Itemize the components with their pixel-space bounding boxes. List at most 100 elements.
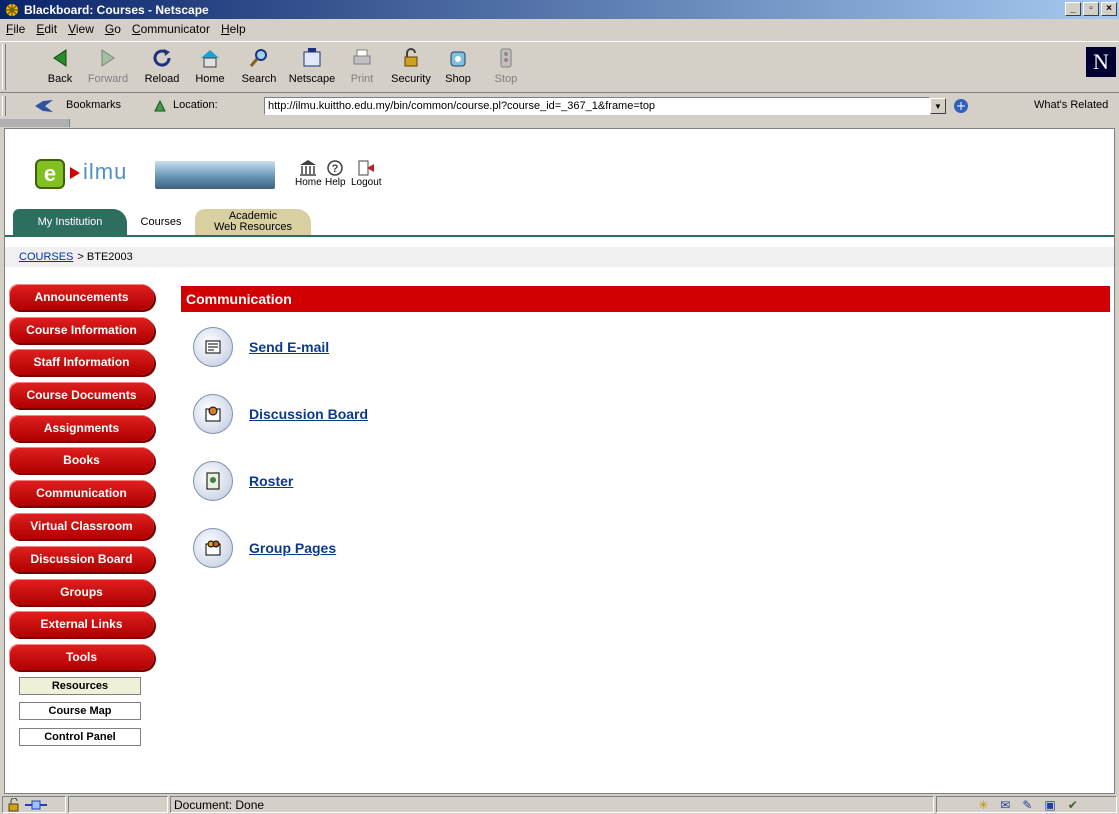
search-button[interactable]: Search <box>237 46 281 90</box>
breadcrumb: COURSES > BTE2003 <box>5 247 1114 267</box>
tool-course-map-button[interactable]: Course Map <box>19 702 141 720</box>
nav-announcements[interactable]: Announcements <box>9 284 154 310</box>
locbar-grip[interactable] <box>2 96 6 116</box>
header-help-label: Help <box>325 177 346 188</box>
navigation-toolbar: Back Forward Reload Home Search Netscape… <box>0 41 1119 93</box>
tab-courses[interactable]: Courses <box>131 209 191 235</box>
forward-button[interactable]: Forward <box>86 46 130 90</box>
menu-communicator[interactable]: Communicator <box>132 22 210 36</box>
reload-button[interactable]: Reload <box>140 46 184 90</box>
maximize-button[interactable]: ▫ <box>1083 2 1099 16</box>
nav-discussion-board[interactable]: Discussion Board <box>9 546 154 572</box>
netscape-button[interactable]: Netscape <box>288 46 336 90</box>
breadcrumb-courses-link[interactable]: COURSES <box>19 251 73 263</box>
header-logout-link[interactable]: Logout <box>351 159 382 188</box>
minimize-button[interactable]: _ <box>1065 2 1081 16</box>
close-button[interactable]: × <box>1101 2 1117 16</box>
location-dropdown-button[interactable]: ▼ <box>930 98 946 114</box>
header-home-link[interactable]: Home <box>295 159 322 188</box>
page-proxy-icon[interactable] <box>152 98 168 114</box>
nav-assignments[interactable]: Assignments <box>9 415 154 441</box>
tool-resources-button[interactable]: Resources <box>19 677 141 695</box>
list-item: Send E-mail <box>193 327 329 367</box>
reload-label: Reload <box>144 73 180 85</box>
shop-icon <box>450 51 466 67</box>
shop-button[interactable]: Shop <box>436 46 480 90</box>
print-button[interactable]: Print <box>340 46 384 90</box>
header-home-label: Home <box>295 177 322 188</box>
location-label: Location: <box>173 99 218 111</box>
whats-related-icon[interactable] <box>952 97 970 115</box>
printer-icon <box>353 49 371 65</box>
location-input[interactable]: http://ilmu.kuittho.edu.my/bin/common/co… <box>264 97 930 115</box>
svg-text:?: ? <box>332 163 339 175</box>
forward-label: Forward <box>87 73 129 85</box>
tool-control-panel-button[interactable]: Control Panel <box>19 728 141 746</box>
tab-my-institution[interactable]: My Institution <box>13 209 127 235</box>
home-icon <box>201 50 219 68</box>
nav-tools[interactable]: Tools <box>9 644 154 670</box>
nav-staff-information[interactable]: Staff Information <box>9 349 154 375</box>
header-logout-label: Logout <box>351 177 382 188</box>
nav-course-documents[interactable]: Course Documents <box>9 382 154 408</box>
status-security-box[interactable] <box>2 796 66 813</box>
nav-external-links[interactable]: External Links <box>9 611 154 637</box>
mail-icon[interactable]: ✉ <box>1000 798 1010 812</box>
composer-icon[interactable]: ✎ <box>1022 798 1032 812</box>
netscape-label: Netscape <box>288 73 336 85</box>
home-button[interactable]: Home <box>188 46 232 90</box>
search-label: Search <box>241 73 277 85</box>
toolbar-collapse-tab[interactable] <box>0 119 70 127</box>
security-label: Security <box>391 73 431 85</box>
back-button[interactable]: Back <box>38 46 82 90</box>
menu-edit[interactable]: Edit <box>36 22 57 36</box>
nav-course-information[interactable]: Course Information <box>9 317 154 343</box>
search-icon <box>249 49 267 67</box>
menu-bar: File Edit View Go Communicator Help <box>0 19 1119 39</box>
shop-label: Shop <box>445 73 471 85</box>
window-title-bar[interactable]: Blackboard: Courses - Netscape _ ▫ × <box>0 0 1119 19</box>
header-help-link[interactable]: ? Help <box>325 159 346 188</box>
security-button[interactable]: Security <box>389 46 433 90</box>
component-check-icon[interactable]: ✔ <box>1068 798 1078 812</box>
address-book-icon[interactable]: ▣ <box>1044 798 1055 812</box>
navigator-icon[interactable]: ✳ <box>978 798 988 812</box>
bookmarks-icon[interactable] <box>33 98 55 114</box>
connection-status-icon <box>25 800 47 809</box>
tab-underline <box>5 235 1114 237</box>
stop-icon <box>500 48 512 68</box>
nav-groups[interactable]: Groups <box>9 579 154 605</box>
logout-door-icon <box>358 160 375 176</box>
stop-label: Stop <box>494 73 518 85</box>
nav-communication[interactable]: Communication <box>9 480 154 506</box>
menu-go[interactable]: Go <box>105 22 121 36</box>
nav-virtual-classroom[interactable]: Virtual Classroom <box>9 513 154 539</box>
location-bar: Bookmarks Location: http://ilmu.kuittho.… <box>0 94 1119 118</box>
netscape-logo[interactable]: N <box>1086 47 1116 77</box>
roster-link[interactable]: Roster <box>249 473 293 489</box>
campus-banner-image <box>155 161 275 189</box>
my-netscape-icon <box>303 48 321 67</box>
breadcrumb-current: > BTE2003 <box>77 251 133 263</box>
tab-academic-web-resources[interactable]: Academic Web Resources <box>195 209 311 235</box>
menu-view[interactable]: View <box>68 22 94 36</box>
page-content: e ilmu Home ? Help Logout My Institution… <box>4 128 1115 794</box>
group-pages-link[interactable]: Group Pages <box>249 540 336 556</box>
help-icon: ? <box>327 160 344 176</box>
list-item: Discussion Board <box>193 394 368 434</box>
window-title: Blackboard: Courses - Netscape <box>24 2 209 17</box>
component-bar: ✳ ✉ ✎ ▣ ✔ <box>936 796 1117 813</box>
menu-file[interactable]: File <box>6 22 25 36</box>
status-text: Document: Done <box>170 796 934 813</box>
back-arrow-icon <box>53 49 67 67</box>
bookmarks-button[interactable]: Bookmarks <box>66 99 121 111</box>
menu-help[interactable]: Help <box>221 22 246 36</box>
email-icon <box>193 327 233 367</box>
section-header: Communication <box>181 286 1110 312</box>
discussion-board-link[interactable]: Discussion Board <box>249 406 368 422</box>
send-email-link[interactable]: Send E-mail <box>249 339 329 355</box>
nav-books[interactable]: Books <box>9 447 154 473</box>
stop-button[interactable]: Stop <box>484 46 528 90</box>
whats-related-button[interactable]: What's Related <box>1034 99 1108 111</box>
toolbar-grip[interactable] <box>2 44 6 90</box>
